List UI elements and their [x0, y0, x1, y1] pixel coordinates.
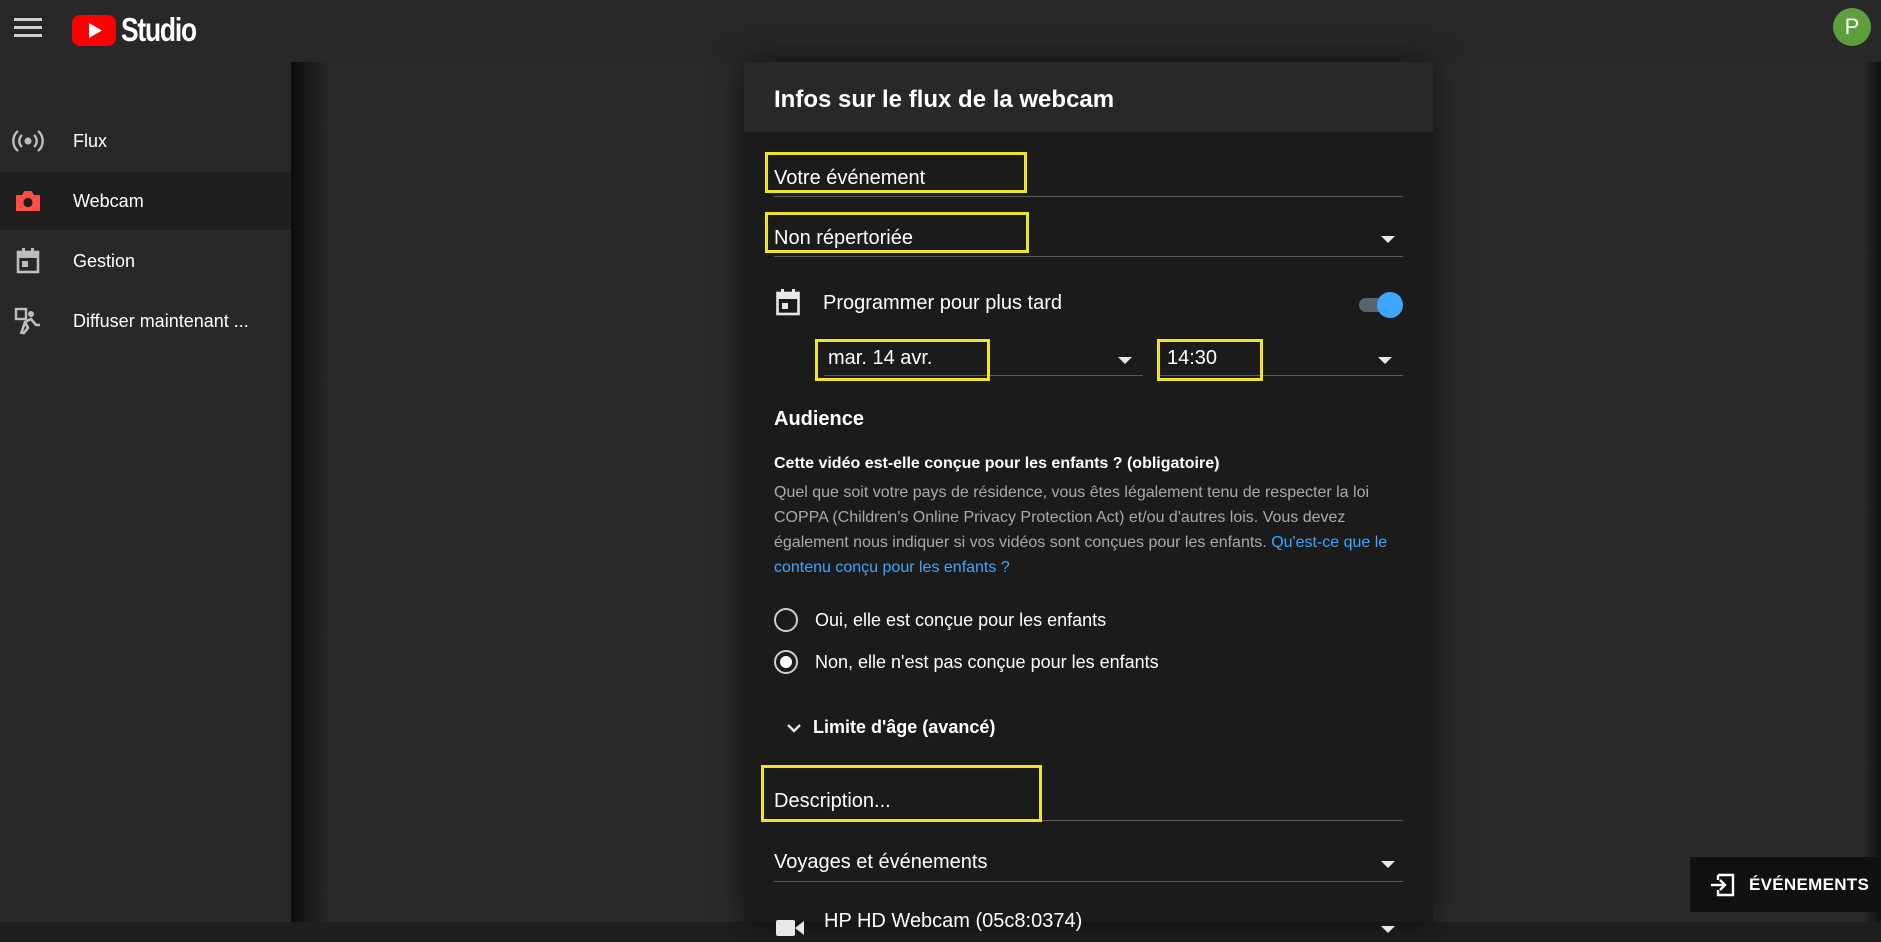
radio-button[interactable] [774, 608, 798, 632]
radio-yes-label: Oui, elle est conçue pour les enfants [815, 609, 1107, 630]
category-value: Voyages et événements [774, 851, 988, 873]
schedule-toggle[interactable] [1357, 292, 1403, 318]
events-button-label: ÉVÉNEMENTS [1749, 875, 1870, 894]
highlight-box [765, 152, 1027, 193]
audience-title: Audience [774, 408, 865, 430]
sidebar-item-label: Webcam [73, 190, 144, 211]
camera-icon [16, 191, 40, 211]
webcam-stream-dialog: Infos sur le flux de la webcam Votre évé… [744, 62, 1433, 936]
video-camera-icon [776, 920, 804, 936]
sidebar-item-gestion[interactable]: Gestion [0, 232, 291, 290]
events-button[interactable]: ÉVÉNEMENTS [1690, 857, 1881, 912]
sidebar: Flux Webcam Gestion Diffuser maintenant … [0, 62, 291, 922]
backdrop-shadow [291, 62, 331, 922]
schedule-label: Programmer pour plus tard [823, 292, 1062, 314]
app-title: Studio [121, 11, 197, 48]
dialog-header: Infos sur le flux de la webcam [744, 62, 1433, 132]
dropdown-arrow-icon [1118, 357, 1132, 364]
camera-select[interactable]: HP HD Webcam (05c8:0374) [824, 902, 1403, 942]
sidebar-item-label: Flux [73, 130, 108, 151]
broadcast-icon [12, 130, 44, 152]
dropdown-arrow-icon [1378, 357, 1392, 364]
highlight-box [761, 765, 1042, 822]
radio-yes-kids[interactable]: Oui, elle est conçue pour les enfants [774, 605, 1106, 635]
audience-text: Quel que soit votre pays de résidence, v… [774, 480, 1404, 580]
sidebar-item-label: Diffuser maintenant ... [73, 310, 249, 331]
calendar-icon [16, 248, 40, 274]
age-limit-toggle[interactable]: Limite d'âge (avancé) [813, 717, 995, 738]
radio-button[interactable] [774, 650, 798, 674]
dialog-title: Infos sur le flux de la webcam [774, 86, 1115, 113]
studio-logo[interactable]: Studio [72, 11, 215, 49]
sidebar-item-webcam[interactable]: Webcam [0, 172, 291, 230]
menu-icon[interactable] [14, 18, 42, 42]
audience-question: Cette vidéo est-elle conçue pour les enf… [774, 455, 1220, 472]
radio-no-label: Non, elle n'est pas conçue pour les enfa… [815, 651, 1159, 672]
stream-now-icon [14, 307, 40, 335]
calendar-icon [776, 289, 800, 316]
highlight-box [815, 339, 990, 381]
avatar[interactable]: P [1833, 8, 1871, 46]
backdrop-shadow [1862, 62, 1881, 922]
sidebar-item-diffuser[interactable]: Diffuser maintenant ... [0, 292, 291, 350]
category-select[interactable]: Voyages et événements [774, 844, 1403, 882]
sidebar-item-flux[interactable]: Flux [0, 112, 291, 170]
dropdown-arrow-icon [1381, 861, 1395, 868]
sidebar-item-label: Gestion [73, 250, 136, 271]
dropdown-arrow-icon [1381, 926, 1395, 933]
highlight-box [1157, 339, 1263, 381]
youtube-logo-icon [72, 14, 116, 46]
radio-no-kids[interactable]: Non, elle n'est pas conçue pour les enfa… [774, 647, 1159, 677]
top-bar: Studio P [0, 0, 1881, 62]
chevron-down-icon[interactable] [786, 722, 802, 734]
dropdown-arrow-icon [1381, 236, 1395, 243]
exit-to-app-icon [1711, 873, 1735, 897]
highlight-box [765, 212, 1029, 253]
